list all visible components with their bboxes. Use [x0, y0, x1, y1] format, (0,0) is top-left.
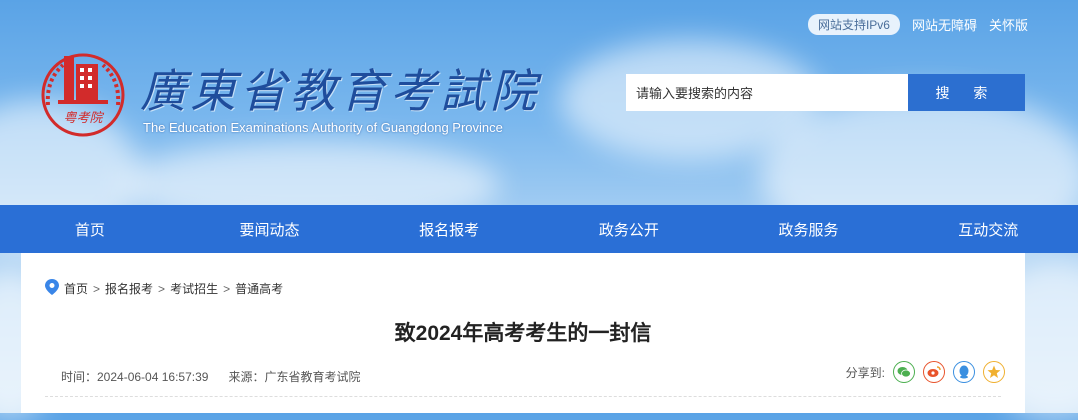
breadcrumb-registration[interactable]: 报名报考	[105, 280, 153, 297]
article-time: 时间：2024-06-04 16:57:39	[61, 370, 209, 384]
article-panel: 首页 > 报名报考 > 考试招生 > 普通高考 致2024年高考考生的一封信 时…	[21, 253, 1025, 413]
breadcrumb-home[interactable]: 首页	[64, 280, 88, 297]
share-label: 分享到:	[845, 365, 885, 380]
care-version-link[interactable]: 关怀版	[989, 15, 1028, 34]
nav-item-home[interactable]: 首页	[0, 205, 180, 253]
article-meta: 时间：2024-06-04 16:57:39 来源：广东省教育考试院	[61, 368, 360, 385]
weibo-icon[interactable]	[923, 361, 945, 383]
nav-item-news[interactable]: 要闻动态	[180, 205, 360, 253]
site-emblem-icon[interactable]: 粤考院	[38, 50, 128, 140]
svg-text:粤考院: 粤考院	[63, 110, 104, 126]
nav-item-gov-services[interactable]: 政务服务	[719, 205, 899, 253]
breadcrumb-exams[interactable]: 考试招生	[170, 280, 218, 297]
breadcrumb-separator: >	[93, 281, 101, 296]
breadcrumb: 首页 > 报名报考 > 考试招生 > 普通高考	[45, 279, 283, 298]
search-button[interactable]: 搜 索	[908, 74, 1025, 111]
qq-icon[interactable]	[953, 361, 975, 383]
qzone-icon[interactable]	[983, 361, 1005, 383]
breadcrumb-separator: >	[158, 281, 166, 296]
article-source: 来源：广东省教育考试院	[228, 370, 361, 384]
site-header: 粤考院 廣東省教育考試院 The Education Examinations …	[0, 0, 1078, 205]
accessibility-link[interactable]: 网站无障碍	[912, 15, 977, 34]
site-title-cn[interactable]: 廣東省教育考試院	[140, 55, 540, 121]
site-title-en: The Education Examinations Authority of …	[143, 120, 503, 135]
wechat-icon[interactable]	[893, 361, 915, 383]
nav-item-interaction[interactable]: 互动交流	[898, 205, 1078, 253]
meta-divider	[45, 396, 1001, 397]
article-title: 致2024年高考考生的一封信	[394, 322, 652, 345]
main-nav: 首页 要闻动态 报名报考 政务公开 政务服务 互动交流	[0, 205, 1078, 253]
breadcrumb-separator: >	[223, 281, 231, 296]
top-links: 网站支持IPv6 网站无障碍 关怀版	[807, 14, 1028, 35]
share-bar: 分享到:	[846, 361, 1005, 383]
breadcrumb-gaokao[interactable]: 普通高考	[235, 280, 283, 297]
ipv6-badge: 网站支持IPv6	[807, 14, 900, 35]
nav-item-gov-affairs[interactable]: 政务公开	[539, 205, 719, 253]
search-input[interactable]: 请输入要搜索的内容	[626, 74, 908, 111]
location-pin-icon	[45, 279, 59, 298]
nav-item-registration[interactable]: 报名报考	[359, 205, 539, 253]
